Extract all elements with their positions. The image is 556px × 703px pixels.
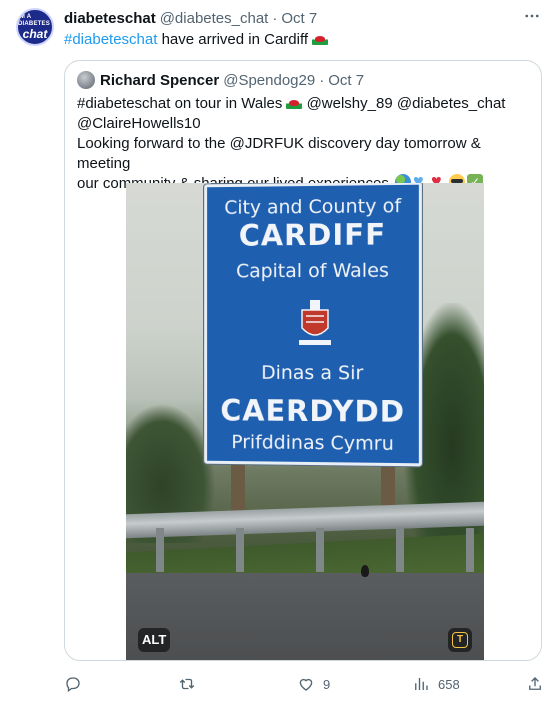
quoted-tweet[interactable]: Richard Spencer @Spendog29 · Oct 7 #diab… xyxy=(64,60,542,661)
separator-dot: · xyxy=(319,71,325,89)
avatar-text-big: chat xyxy=(22,27,48,41)
rail-post xyxy=(466,528,474,572)
tweet-header: diabeteschat @diabetes_chat · Oct 7 xyxy=(64,8,540,28)
road xyxy=(126,573,484,660)
quoted-text-part: #diabeteschat on tour in Wales xyxy=(77,95,283,112)
alt-text-badge[interactable]: ALT xyxy=(138,628,171,652)
wales-flag-icon xyxy=(286,98,303,109)
tweet-text-rest: have arrived in Cardiff xyxy=(157,31,309,48)
tweet-card[interactable]: IM A DIABETES chat diabeteschat @diabete… xyxy=(0,0,556,703)
rail-post xyxy=(396,528,404,572)
tweet-text: #diabeteschat have arrived in Cardiff xyxy=(64,30,540,50)
quoted-text-line: Looking forward to the @JDRFUK discovery… xyxy=(77,135,481,172)
separator-dot: · xyxy=(272,9,278,27)
bird xyxy=(361,565,369,577)
action-bar: 9 658 xyxy=(64,673,544,695)
retweet-icon xyxy=(179,678,195,690)
quoted-author-handle[interactable]: @Spendog29 xyxy=(223,72,315,89)
quoted-tweet-text: #diabeteschat on tour in Wales @welshy_8… xyxy=(77,94,529,194)
quoted-author-name[interactable]: Richard Spencer xyxy=(100,72,219,89)
like-count: 9 xyxy=(323,676,331,692)
reply-button[interactable] xyxy=(64,673,90,695)
quoted-author-avatar[interactable] xyxy=(77,71,95,89)
wales-flag-icon xyxy=(312,34,329,45)
reply-icon xyxy=(66,677,80,693)
author-name[interactable]: diabeteschat xyxy=(64,10,156,27)
rail-post xyxy=(316,528,324,572)
views-button[interactable]: 658 xyxy=(412,673,460,695)
tweet-timestamp[interactable]: Oct 7 xyxy=(281,10,317,27)
quoted-tweet-timestamp[interactable]: Oct 7 xyxy=(328,72,364,89)
tweet-photo[interactable]: City and County of CARDIFF Capital of Wa… xyxy=(126,183,484,660)
like-button[interactable]: 9 xyxy=(297,673,330,695)
views-count: 658 xyxy=(438,676,460,692)
quoted-text-line: #diabeteschat on tour in Wales @welshy_8… xyxy=(77,94,529,114)
rail-post xyxy=(156,528,164,572)
hashtag-link[interactable]: #diabeteschat xyxy=(64,31,157,48)
quoted-text-line: @ClaireHowells10 xyxy=(77,115,201,132)
more-options-icon[interactable] xyxy=(520,6,544,26)
cardiff-road-sign: City and County of CARDIFF Capital of Wa… xyxy=(204,183,422,467)
share-icon xyxy=(529,677,541,690)
sign-line: Prifddinas Cymru xyxy=(231,431,394,455)
rail-post xyxy=(236,528,244,572)
share-button[interactable] xyxy=(526,673,544,695)
views-bar-chart-icon xyxy=(415,678,428,690)
quoted-text-mentions: @welshy_89 @diabetes_chat xyxy=(302,95,506,112)
coat-of-arms-icon xyxy=(299,299,331,346)
sign-line: Capital of Wales xyxy=(236,259,389,283)
text-recognition-icon: T xyxy=(452,632,468,648)
sign-line: CARDIFF xyxy=(238,217,387,253)
sign-line: CAERDYDD xyxy=(220,393,406,429)
sign-line: City and County of xyxy=(224,195,402,219)
quoted-tweet-header: Richard Spencer @Spendog29 · Oct 7 xyxy=(77,71,364,89)
author-handle[interactable]: @diabetes_chat xyxy=(160,10,269,27)
retweet-button[interactable] xyxy=(178,673,204,695)
author-avatar[interactable]: IM A DIABETES chat xyxy=(16,8,54,46)
sign-line: Dinas a Sir xyxy=(261,361,364,385)
avatar-text-small: IM A DIABETES xyxy=(18,14,50,27)
heart-icon xyxy=(299,678,313,691)
translate-badge[interactable]: T xyxy=(448,628,472,652)
